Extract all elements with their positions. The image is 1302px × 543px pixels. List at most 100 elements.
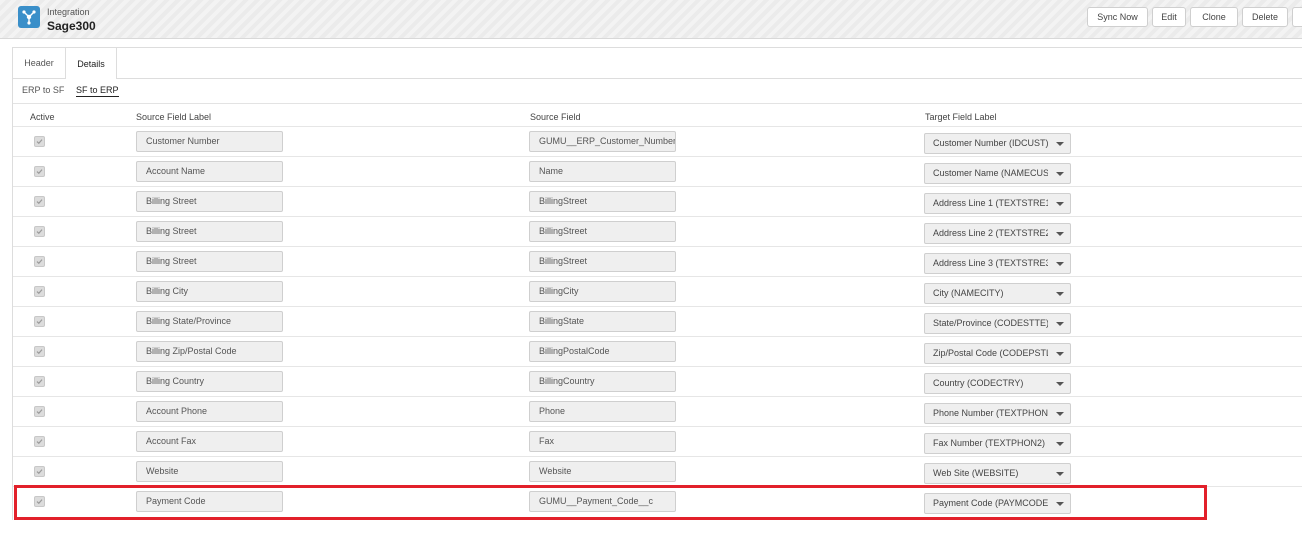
source-field-label-input[interactable]: Billing Street	[136, 251, 283, 272]
table-row: Billing City BillingCity City (NAMECITY)	[13, 276, 1302, 307]
tab-header[interactable]: Header	[13, 48, 65, 78]
target-field-label-select[interactable]: Address Line 2 (TEXTSTRE2)	[924, 223, 1071, 244]
checkmark-icon	[36, 259, 43, 265]
source-field-label-input[interactable]: Billing Street	[136, 191, 283, 212]
source-field-label-value: Billing City	[146, 286, 189, 296]
target-field-label-select[interactable]: Web Site (WEBSITE)	[924, 463, 1071, 484]
source-field-label-input[interactable]: Account Name	[136, 161, 283, 182]
record-header: Integration Sage300 Sync Now Edit Clone …	[0, 0, 1302, 39]
target-field-label-value: State/Province (CODESTTE)	[933, 318, 1048, 328]
target-field-label-select[interactable]: Customer Name (NAMECUST)	[924, 163, 1071, 184]
source-field-label-input[interactable]: Account Phone	[136, 401, 283, 422]
target-field-label-select[interactable]: State/Province (CODESTTE)	[924, 313, 1071, 334]
source-field-input[interactable]: BillingStreet	[529, 221, 676, 242]
source-field-value: BillingStreet	[539, 226, 588, 236]
table-row: Billing Street BillingStreet Address Lin…	[13, 186, 1302, 217]
target-field-label-value: Address Line 2 (TEXTSTRE2)	[933, 228, 1048, 238]
checkmark-icon	[36, 169, 43, 175]
table-row: Website Website Web Site (WEBSITE)	[13, 456, 1302, 487]
active-checkbox[interactable]	[34, 466, 45, 477]
source-field-input[interactable]: BillingStreet	[529, 251, 676, 272]
checkmark-icon	[36, 379, 43, 385]
target-field-label-select[interactable]: Customer Number (IDCUST)	[924, 133, 1071, 154]
active-checkbox[interactable]	[34, 406, 45, 417]
caret-down-icon	[1056, 142, 1064, 146]
source-field-input[interactable]: BillingCity	[529, 281, 676, 302]
subtab-sf-to-erp[interactable]: SF to ERP	[76, 85, 119, 97]
source-field-input[interactable]: Name	[529, 161, 676, 182]
caret-down-icon	[1056, 412, 1064, 416]
checkmark-icon	[36, 439, 43, 445]
target-field-label-select[interactable]: Address Line 1 (TEXTSTRE1)	[924, 193, 1071, 214]
source-field-label-value: Billing Street	[146, 226, 197, 236]
target-field-label-select[interactable]: Zip/Postal Code (CODEPSTL)	[924, 343, 1071, 364]
target-field-label-value: Address Line 1 (TEXTSTRE1)	[933, 198, 1048, 208]
target-field-label-select[interactable]: Fax Number (TEXTPHON2)	[924, 433, 1071, 454]
source-field-input[interactable]: BillingPostalCode	[529, 341, 676, 362]
source-field-label-input[interactable]: Website	[136, 461, 283, 482]
details-panel: Header Details ERP to SF SF to ERP Activ…	[12, 47, 1302, 520]
checkmark-icon	[36, 199, 43, 205]
target-field-label-select[interactable]: Address Line 3 (TEXTSTRE3)	[924, 253, 1071, 274]
active-checkbox[interactable]	[34, 226, 45, 237]
target-field-label-select[interactable]: Phone Number (TEXTPHON1)	[924, 403, 1071, 424]
tab-bar: Header Details	[13, 48, 1302, 79]
caret-down-icon	[1056, 352, 1064, 356]
caret-down-icon	[1056, 442, 1064, 446]
active-checkbox[interactable]	[34, 136, 45, 147]
target-field-label-value: Phone Number (TEXTPHON1)	[933, 408, 1048, 418]
source-field-label-input[interactable]: Billing State/Province	[136, 311, 283, 332]
object-type-label: Integration	[47, 7, 90, 17]
clone-button[interactable]: Clone	[1190, 7, 1238, 27]
source-field-value: BillingState	[539, 316, 585, 326]
source-field-input[interactable]: Fax	[529, 431, 676, 452]
source-field-label-input[interactable]: Billing Country	[136, 371, 283, 392]
source-field-label-input[interactable]: Billing City	[136, 281, 283, 302]
delete-button[interactable]: Delete	[1242, 7, 1288, 27]
target-field-label-select[interactable]: Country (CODECTRY)	[924, 373, 1071, 394]
checkmark-icon	[36, 229, 43, 235]
source-field-label-value: Account Name	[146, 166, 206, 176]
active-checkbox[interactable]	[34, 436, 45, 447]
source-field-value: BillingStreet	[539, 256, 588, 266]
table-row: Account Fax Fax Fax Number (TEXTPHON2)	[13, 426, 1302, 457]
active-checkbox[interactable]	[34, 196, 45, 207]
source-field-input[interactable]: BillingCountry	[529, 371, 676, 392]
more-actions-button[interactable]	[1292, 7, 1302, 27]
column-header-active: Active	[30, 112, 55, 122]
source-field-input[interactable]: BillingStreet	[529, 191, 676, 212]
source-field-input[interactable]: GUMU__ERP_Customer_Number	[529, 131, 676, 152]
active-checkbox[interactable]	[34, 316, 45, 327]
target-field-label-value: City (NAMECITY)	[933, 288, 1004, 298]
source-field-input[interactable]: Website	[529, 461, 676, 482]
active-checkbox[interactable]	[34, 286, 45, 297]
column-header-source-field-label: Source Field Label	[136, 112, 212, 122]
edit-button[interactable]: Edit	[1152, 7, 1186, 27]
active-checkbox[interactable]	[34, 256, 45, 267]
subtab-erp-to-sf[interactable]: ERP to SF	[22, 85, 64, 95]
source-field-label-input[interactable]: Billing Street	[136, 221, 283, 242]
tab-details[interactable]: Details	[65, 48, 117, 79]
source-field-input[interactable]: BillingState	[529, 311, 676, 332]
subtab-bar: ERP to SF SF to ERP	[13, 79, 1302, 104]
target-field-label-select[interactable]: City (NAMECITY)	[924, 283, 1071, 304]
source-field-input[interactable]: Phone	[529, 401, 676, 422]
active-checkbox[interactable]	[34, 376, 45, 387]
table-row: Customer Number GUMU__ERP_Customer_Numbe…	[13, 126, 1302, 157]
active-checkbox[interactable]	[34, 166, 45, 177]
table-row: Billing Street BillingStreet Address Lin…	[13, 216, 1302, 247]
table-row: Account Phone Phone Phone Number (TEXTPH…	[13, 396, 1302, 427]
sync-now-button[interactable]: Sync Now	[1087, 7, 1148, 27]
source-field-label-input[interactable]: Customer Number	[136, 131, 283, 152]
source-field-value: BillingStreet	[539, 196, 588, 206]
source-field-label-value: Billing Street	[146, 196, 197, 206]
source-field-label-input[interactable]: Billing Zip/Postal Code	[136, 341, 283, 362]
target-field-label-value: Country (CODECTRY)	[933, 378, 1024, 388]
source-field-label-input[interactable]: Account Fax	[136, 431, 283, 452]
source-field-value: Website	[539, 466, 572, 476]
active-checkbox[interactable]	[34, 346, 45, 357]
caret-down-icon	[1056, 472, 1064, 476]
checkmark-icon	[36, 409, 43, 415]
source-field-value: BillingPostalCode	[539, 346, 610, 356]
source-field-label-value: Website	[146, 466, 179, 476]
